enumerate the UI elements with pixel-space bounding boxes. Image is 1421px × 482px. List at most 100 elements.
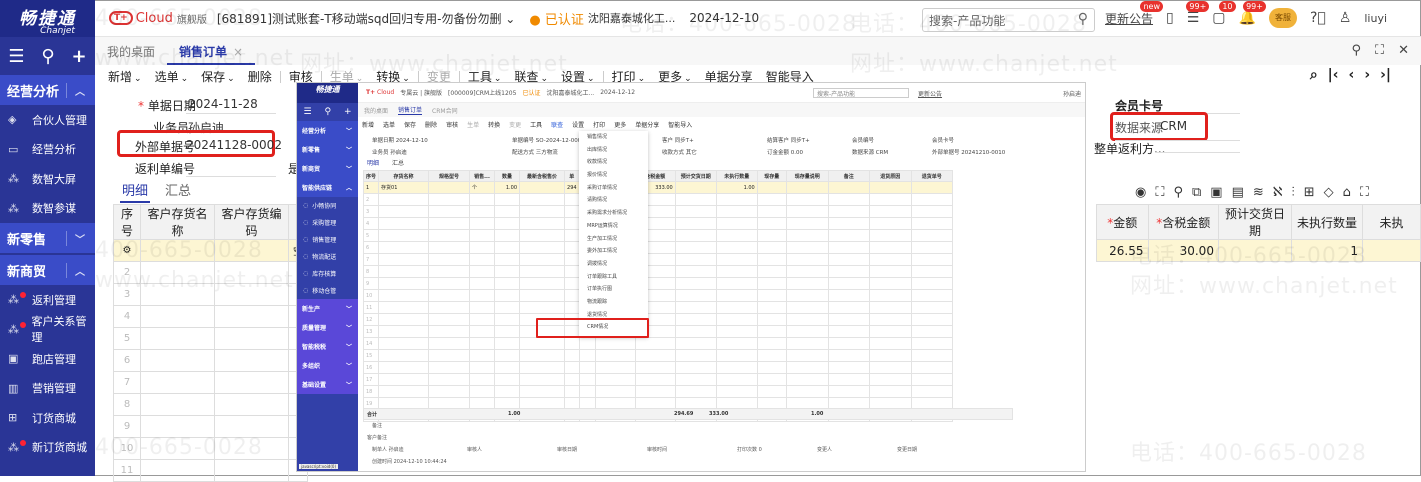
user-icon[interactable]: ♙ bbox=[1339, 10, 1352, 26]
inset-sidebar-group[interactable]: 质量管理 ﹀ bbox=[297, 318, 358, 337]
table-cell[interactable] bbox=[715, 241, 758, 254]
table-cell[interactable]: 个 bbox=[469, 181, 496, 194]
table-cell[interactable] bbox=[715, 217, 758, 230]
menu-item[interactable]: 生产加工情况 bbox=[579, 233, 648, 246]
table-cell[interactable] bbox=[469, 325, 496, 338]
columns-icon[interactable]: ⊞ bbox=[1304, 185, 1315, 200]
table-cell[interactable] bbox=[140, 327, 215, 350]
table-cell[interactable] bbox=[715, 229, 758, 242]
table-cell[interactable] bbox=[140, 349, 215, 372]
table-cell[interactable] bbox=[378, 301, 430, 314]
table-cell[interactable] bbox=[785, 205, 829, 218]
table-cell[interactable] bbox=[564, 193, 580, 206]
table-cell[interactable] bbox=[564, 277, 580, 290]
table-cell[interactable] bbox=[378, 229, 430, 242]
table-cell[interactable] bbox=[494, 217, 521, 230]
table-cell[interactable] bbox=[756, 277, 787, 290]
table-cell[interactable] bbox=[494, 277, 521, 290]
fullscreen-icon[interactable]: ⛶ bbox=[1375, 43, 1384, 58]
table-cell[interactable] bbox=[756, 289, 787, 302]
inset-sidebar-group[interactable]: 智能税税 ﹀ bbox=[297, 337, 358, 356]
table-cell[interactable] bbox=[594, 373, 636, 386]
table-cell[interactable] bbox=[428, 361, 471, 374]
table-cell[interactable] bbox=[494, 253, 521, 266]
table-cell[interactable] bbox=[715, 325, 758, 338]
table-cell[interactable] bbox=[428, 385, 471, 398]
todo-icon[interactable]: ☰ 99+ bbox=[1186, 1, 1210, 26]
tab-desktop[interactable]: 我的桌面 bbox=[95, 37, 167, 65]
inset-form-field[interactable]: 单据日期 2024-12-10 bbox=[372, 136, 428, 144]
table-cell[interactable] bbox=[214, 393, 289, 416]
column-header[interactable]: 现存量说明 bbox=[785, 170, 829, 182]
table-cell[interactable] bbox=[910, 385, 953, 398]
row-settings-icon[interactable]: ⚙ bbox=[113, 239, 141, 262]
table-cell[interactable]: 4 bbox=[362, 217, 380, 230]
table-cell[interactable] bbox=[564, 361, 580, 374]
table-cell[interactable] bbox=[494, 373, 521, 386]
menu-item[interactable]: 订单执行图 bbox=[579, 283, 648, 296]
inset-toolbar-button[interactable]: 智能导入 bbox=[668, 120, 692, 129]
tab-sales-order[interactable]: 销售订单 × bbox=[167, 37, 256, 65]
table-cell[interactable] bbox=[519, 277, 566, 290]
table-cell[interactable] bbox=[827, 385, 870, 398]
table-cell[interactable] bbox=[910, 337, 953, 350]
table-cell[interactable] bbox=[756, 193, 787, 206]
table-cell[interactable] bbox=[674, 313, 717, 326]
table-cell[interactable] bbox=[428, 265, 471, 278]
inset-toolbar-button[interactable]: 删除 bbox=[425, 120, 437, 129]
table-cell[interactable] bbox=[214, 283, 289, 306]
menu-item[interactable]: MRP运算情况 bbox=[579, 220, 648, 233]
table-cell[interactable] bbox=[578, 361, 596, 374]
table-cell[interactable] bbox=[785, 193, 829, 206]
table-cell[interactable] bbox=[674, 289, 717, 302]
external-no-field[interactable]: 20241128-0002 bbox=[186, 138, 282, 152]
table-cell[interactable]: 18 bbox=[362, 385, 380, 398]
table-cell[interactable] bbox=[827, 313, 870, 326]
date-field[interactable]: 2024-11-28 bbox=[188, 97, 258, 111]
update-notice-link[interactable]: 更新公告 new bbox=[1105, 0, 1164, 27]
table-cell[interactable] bbox=[868, 301, 912, 314]
table-cell[interactable] bbox=[674, 181, 717, 194]
table-cell[interactable] bbox=[378, 385, 430, 398]
table-cell[interactable] bbox=[827, 217, 870, 230]
table-cell[interactable] bbox=[494, 337, 521, 350]
table-cell[interactable]: 6 bbox=[362, 241, 380, 254]
table-cell[interactable] bbox=[519, 301, 566, 314]
table-cell[interactable] bbox=[715, 265, 758, 278]
table-cell[interactable] bbox=[674, 325, 717, 338]
first-record-icon[interactable]: |‹ bbox=[1328, 67, 1339, 83]
sidebar-item[interactable]: ▭ 经营分析 bbox=[0, 135, 95, 165]
table-cell[interactable] bbox=[469, 277, 496, 290]
column-header[interactable]: 存货名称 bbox=[378, 170, 430, 182]
table-cell[interactable] bbox=[519, 205, 566, 218]
locate-icon[interactable]: ⌕ bbox=[1310, 67, 1318, 83]
table-cell[interactable] bbox=[634, 361, 676, 374]
table-cell[interactable] bbox=[564, 349, 580, 362]
table-cell[interactable] bbox=[494, 313, 521, 326]
table-cell[interactable] bbox=[469, 253, 496, 266]
table-cell[interactable]: 8 bbox=[362, 265, 380, 278]
table-cell[interactable] bbox=[494, 265, 521, 278]
table-cell[interactable] bbox=[378, 325, 430, 338]
tab-detail[interactable]: 明细 bbox=[120, 180, 151, 203]
table-cell[interactable] bbox=[674, 337, 717, 350]
customer-service-icon[interactable]: 客服 bbox=[1268, 8, 1297, 28]
table-cell[interactable] bbox=[378, 265, 430, 278]
table-cell[interactable] bbox=[756, 313, 787, 326]
table-cell[interactable] bbox=[428, 325, 471, 338]
table-cell[interactable] bbox=[910, 241, 953, 254]
mobile-icon[interactable]: ▯ bbox=[1166, 10, 1174, 26]
sidebar-item[interactable]: ⁂ 数智参谋 bbox=[0, 194, 95, 224]
table-cell[interactable] bbox=[519, 217, 566, 230]
table-cell[interactable] bbox=[715, 361, 758, 374]
paste-icon[interactable]: ▣ bbox=[1210, 185, 1222, 200]
table-cell[interactable] bbox=[494, 193, 521, 206]
table-cell[interactable] bbox=[715, 373, 758, 386]
table-cell[interactable] bbox=[594, 361, 636, 374]
table-cell[interactable] bbox=[756, 217, 787, 230]
table-cell[interactable] bbox=[910, 205, 953, 218]
inset-form-field[interactable]: 会员卡号 bbox=[932, 136, 954, 144]
table-cell[interactable] bbox=[564, 229, 580, 242]
table-cell[interactable] bbox=[378, 277, 430, 290]
table-cell[interactable] bbox=[910, 373, 953, 386]
